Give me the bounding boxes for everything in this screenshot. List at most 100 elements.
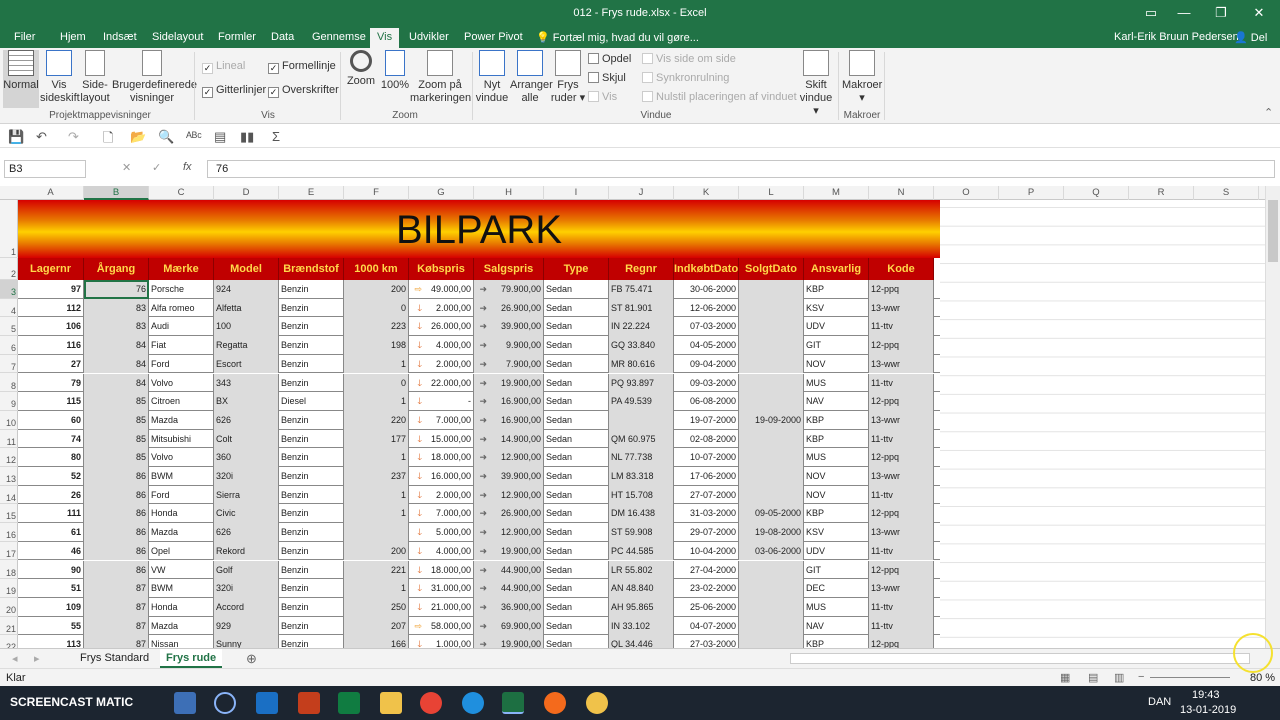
project-icon[interactable] <box>338 692 360 714</box>
table-cell[interactable]: Opel <box>149 541 214 561</box>
add-sheet-icon[interactable]: ⊕ <box>246 651 257 667</box>
column-title[interactable]: Salgspris <box>474 258 544 280</box>
table-cell[interactable] <box>739 467 804 486</box>
table-cell[interactable]: Sedan <box>544 467 609 486</box>
table-cell[interactable]: KSV <box>804 523 869 542</box>
table-cell[interactable]: Fiat <box>149 336 214 355</box>
table-cell[interactable]: ➜ 39.900,00 <box>474 317 544 337</box>
table-cell[interactable]: Benzin <box>279 485 344 505</box>
table-cell[interactable]: 221 <box>344 560 409 580</box>
table-cell[interactable]: 31-03-2000 <box>674 504 739 524</box>
table-cell[interactable]: 86 <box>84 504 149 524</box>
function-icon[interactable]: fx <box>183 161 192 173</box>
table-cell[interactable]: Honda <box>149 597 214 617</box>
table-cell[interactable]: 86 <box>84 560 149 580</box>
table-cell[interactable]: Volvo <box>149 373 214 393</box>
table-cell[interactable] <box>739 560 804 580</box>
table-cell[interactable]: NOV <box>804 485 869 505</box>
column-header[interactable]: C <box>149 186 214 200</box>
table-cell[interactable]: 320i <box>214 579 279 598</box>
table-cell[interactable]: DM 16.438 <box>609 504 674 524</box>
store-icon[interactable] <box>174 692 196 714</box>
tell-me-search[interactable]: 💡 Fortæl mig, hvad du vil gøre... <box>536 31 699 44</box>
column-title[interactable]: Kode <box>869 258 934 280</box>
new-window-button[interactable]: Nyt vindue <box>474 50 510 105</box>
zoom-100-button[interactable]: 100% <box>380 50 410 92</box>
table-cell[interactable]: 25-06-2000 <box>674 597 739 617</box>
table-cell[interactable]: Benzin <box>279 354 344 374</box>
table-cell[interactable]: HT 15.708 <box>609 485 674 505</box>
tab-view[interactable]: Vis <box>370 28 400 48</box>
table-cell[interactable]: 1 <box>344 579 409 598</box>
table-cell[interactable]: 84 <box>84 336 149 355</box>
custom-views-button[interactable]: Brugerdefinerede visninger <box>112 50 197 105</box>
table-cell[interactable]: Benzin <box>279 597 344 617</box>
table-cell[interactable]: 13-wwr <box>869 410 934 430</box>
table-cell[interactable]: 11-ttv <box>869 317 934 337</box>
table-cell[interactable]: 61 <box>18 523 84 542</box>
table-cell[interactable]: Rekord <box>214 541 279 561</box>
table-cell[interactable]: Sedan <box>544 541 609 561</box>
table-cell[interactable] <box>739 448 804 467</box>
table-cell[interactable]: 112 <box>18 298 84 318</box>
table-cell[interactable]: ➜ 44.900,00 <box>474 579 544 598</box>
row-header[interactable]: 2 <box>0 258 18 280</box>
table-cell[interactable]: 87 <box>84 616 149 636</box>
column-header[interactable]: D <box>214 186 279 200</box>
macros-button[interactable]: Makroer ▾ <box>842 50 882 105</box>
row-header[interactable]: 13 <box>0 467 18 486</box>
table-cell[interactable]: Civic <box>214 504 279 524</box>
split-button[interactable]: Opdel <box>588 53 631 65</box>
table-cell[interactable]: ➜ 39.900,00 <box>474 467 544 486</box>
table-cell[interactable]: 85 <box>84 392 149 411</box>
table-cell[interactable]: 19-07-2000 <box>674 410 739 430</box>
table-cell[interactable]: Benzin <box>279 523 344 542</box>
sum-icon[interactable]: Σ <box>272 129 280 144</box>
table-cell[interactable]: 237 <box>344 467 409 486</box>
table-cell[interactable]: 626 <box>214 410 279 430</box>
table-cell[interactable]: KSV <box>804 298 869 318</box>
column-header[interactable]: S <box>1194 186 1259 200</box>
table-cell[interactable]: 09-05-2000 <box>739 504 804 524</box>
row-header[interactable]: 1 <box>0 200 18 258</box>
table-cell[interactable]: PC 44.585 <box>609 541 674 561</box>
table-cell[interactable]: 13-wwr <box>869 298 934 318</box>
table-cell[interactable]: IN 22.224 <box>609 317 674 337</box>
table-cell[interactable]: 10-04-2000 <box>674 541 739 561</box>
table-cell[interactable]: Nissan <box>149 635 214 648</box>
column-title[interactable]: SolgtDato <box>739 258 804 280</box>
table-cell[interactable]: Sedan <box>544 560 609 580</box>
table-cell[interactable]: 220 <box>344 410 409 430</box>
table-cell[interactable]: Sedan <box>544 410 609 430</box>
row-header[interactable]: 16 <box>0 523 18 542</box>
table-cell[interactable]: UDV <box>804 541 869 561</box>
table-cell[interactable]: AN 48.840 <box>609 579 674 598</box>
table-cell[interactable]: 115 <box>18 392 84 411</box>
outlook-icon[interactable] <box>256 692 278 714</box>
table-cell[interactable]: Colt <box>214 429 279 449</box>
firefox-icon[interactable] <box>544 692 566 714</box>
table-cell[interactable]: NOV <box>804 354 869 374</box>
zoom-out-icon[interactable]: − <box>1138 671 1144 683</box>
table-cell[interactable]: VW <box>149 560 214 580</box>
row-header[interactable]: 20 <box>0 598 18 617</box>
table-cell[interactable]: 74 <box>18 429 84 449</box>
table-cell[interactable]: Alfa romeo <box>149 298 214 318</box>
table-cell[interactable]: 🡓 16.000,00 <box>409 467 474 486</box>
table-cell[interactable]: 11-ttv <box>869 616 934 636</box>
column-header[interactable]: F <box>344 186 409 200</box>
table-cell[interactable]: Honda <box>149 504 214 524</box>
open-folder-icon[interactable]: 📂 <box>130 129 146 145</box>
table-cell[interactable]: Ford <box>149 354 214 374</box>
table-cell[interactable]: Alfetta <box>214 298 279 318</box>
column-header[interactable]: B <box>84 186 149 200</box>
table-cell[interactable]: 12-ppq <box>869 448 934 467</box>
empty-cells-area[interactable] <box>940 200 1265 648</box>
table-cell[interactable]: Sedan <box>544 373 609 393</box>
row-header[interactable]: 3 <box>0 280 18 299</box>
table-cell[interactable]: 11-ttv <box>869 597 934 617</box>
row-header[interactable]: 7 <box>0 355 18 374</box>
column-title[interactable]: Købspris <box>409 258 474 280</box>
redo-icon[interactable]: ↷ <box>68 129 79 145</box>
column-header[interactable]: R <box>1129 186 1194 200</box>
